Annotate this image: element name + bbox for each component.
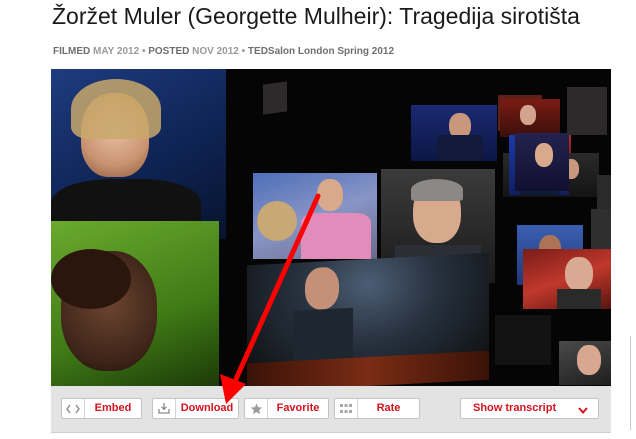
video-frame-speaker-pink bbox=[253, 173, 377, 259]
video-frame-right-3 bbox=[567, 87, 607, 135]
favorite-button[interactable]: Favorite bbox=[244, 398, 329, 419]
talk-meta: FILMED MAY 2012 • POSTED NOV 2012 • TEDS… bbox=[53, 46, 394, 57]
filmed-date: MAY 2012 bbox=[93, 46, 140, 57]
code-brackets-icon bbox=[62, 399, 85, 418]
video-frame-right-11 bbox=[523, 249, 611, 309]
video-frame-speaker-green bbox=[51, 221, 219, 386]
video-frame-right-7 bbox=[515, 133, 569, 191]
video-frame-main-stage bbox=[247, 252, 489, 386]
video-frame-speaker-blue bbox=[411, 105, 497, 161]
embed-label: Embed bbox=[94, 402, 132, 414]
page-title: Žoržet Muler (Georgette Mulheir): Traged… bbox=[52, 3, 580, 29]
posted-date: NOV 2012 bbox=[192, 46, 239, 57]
rate-button[interactable]: Rate bbox=[334, 398, 420, 419]
video-frame-speaker-blonde bbox=[51, 69, 226, 239]
video-player[interactable] bbox=[51, 69, 611, 386]
video-frame-right-2 bbox=[500, 99, 560, 137]
favorite-label: Favorite bbox=[276, 402, 320, 414]
event-link[interactable]: TEDSalon London Spring 2012 bbox=[248, 46, 394, 57]
filmed-label: FILMED bbox=[53, 46, 91, 57]
show-transcript-dropdown[interactable]: Show transcript bbox=[460, 398, 599, 419]
video-frame-right-10 bbox=[591, 209, 611, 249]
posted-label: POSTED bbox=[148, 46, 190, 57]
download-tray-icon bbox=[153, 399, 176, 418]
video-frame-small-top bbox=[263, 81, 287, 115]
download-button[interactable]: Download bbox=[152, 398, 239, 419]
video-toolbar: Embed Download Favorite Rate Show transc… bbox=[51, 386, 611, 433]
embed-button[interactable]: Embed bbox=[61, 398, 142, 419]
rate-label: Rate bbox=[376, 402, 401, 414]
show-transcript-label: Show transcript bbox=[473, 402, 557, 414]
meta-separator: • bbox=[241, 46, 246, 57]
rating-grid-icon bbox=[335, 399, 358, 418]
meta-separator: • bbox=[141, 46, 146, 57]
download-label: Download bbox=[180, 402, 234, 414]
video-frame-right-12 bbox=[559, 341, 611, 385]
chevron-down-icon bbox=[578, 405, 588, 417]
page-divider bbox=[630, 336, 631, 430]
video-frame-right-13 bbox=[495, 315, 551, 365]
star-icon bbox=[245, 399, 268, 418]
video-frame-right-9 bbox=[597, 175, 611, 211]
